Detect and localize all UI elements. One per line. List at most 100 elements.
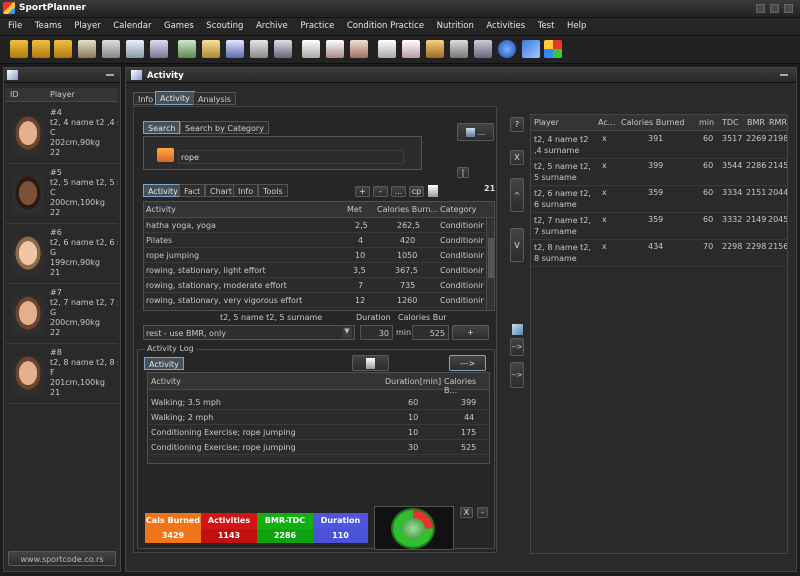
table-row[interactable]: rowing, stationary, moderate effort 7 735 C… — [144, 278, 485, 293]
picture-icon[interactable] — [512, 324, 523, 335]
calendar-icon[interactable] — [226, 40, 244, 58]
player-calories-row[interactable]: t2, 8 name t2, 8 surname x 434 70 2298 2… — [531, 240, 787, 267]
rcol-calories[interactable]: Calories Burned — [621, 118, 685, 127]
menu-test[interactable]: Test — [533, 18, 560, 34]
delete-log-button[interactable]: X — [460, 507, 473, 518]
checklist-icon[interactable] — [378, 40, 396, 58]
copy-button[interactable]: cp — [409, 186, 424, 197]
report-icon[interactable] — [402, 40, 420, 58]
log-row[interactable]: Walking; 3.5 mph 60 399 — [148, 395, 489, 410]
tab-list-activity[interactable]: Activity — [143, 184, 183, 197]
column-id[interactable]: ID — [10, 90, 19, 99]
activity-table-scrollbar[interactable] — [486, 218, 494, 310]
rcol-ac[interactable]: Ac... — [598, 118, 615, 127]
player-row[interactable]: #5 t2, 5 name t2, 5 su C 200cm,100kg 22 — [6, 164, 118, 224]
col-activity[interactable]: Activity — [146, 205, 176, 214]
open-folder-icon[interactable] — [10, 40, 28, 58]
log-col-calories[interactable]: Calories B... — [444, 377, 489, 395]
collapse-icon[interactable] — [780, 74, 788, 76]
collapse-icon[interactable] — [106, 74, 114, 76]
move-down-button[interactable]: V — [510, 228, 524, 262]
duration-input[interactable]: 30 — [360, 325, 393, 340]
transfer-button[interactable]: ---> — [449, 355, 486, 371]
column-player[interactable]: Player — [50, 90, 75, 99]
scroll-thumb[interactable] — [488, 238, 494, 278]
maximize-icon[interactable] — [770, 4, 779, 13]
more-button[interactable]: ... — [391, 186, 406, 197]
player-calories-row[interactable]: t2, 5 name t2, 5 surname x 399 60 3544 2… — [531, 159, 787, 186]
menu-archive[interactable]: Archive — [251, 18, 293, 34]
menu-condition-practice[interactable]: Condition Practice — [342, 18, 429, 34]
player-calories-row[interactable]: t2, 4 name t2 ,4 surname x 391 60 3517 2… — [531, 132, 787, 159]
food-icon[interactable] — [426, 40, 444, 58]
clear-search-button[interactable]: | — [457, 167, 469, 178]
folder-closed-icon[interactable] — [54, 40, 72, 58]
tab-analysis[interactable]: Analysis — [193, 92, 236, 105]
chart-icon[interactable] — [474, 40, 492, 58]
rcol-player[interactable]: Player — [534, 118, 559, 127]
tab-tools[interactable]: Tools — [258, 184, 288, 197]
menu-practice[interactable]: Practice — [295, 18, 339, 34]
rcol-rmr[interactable]: RMR — [769, 118, 787, 127]
print-icon[interactable] — [102, 40, 120, 58]
settings-icon[interactable] — [544, 40, 562, 58]
menu-nutrition[interactable]: Nutrition — [432, 18, 479, 34]
menu-calendar[interactable]: Calendar — [108, 18, 156, 34]
tab-search-by-category[interactable]: Search by Category — [180, 121, 269, 134]
remove-activity-button[interactable]: - — [373, 186, 388, 197]
menu-file[interactable]: File — [0, 18, 27, 34]
remove-player-button[interactable]: X — [510, 150, 524, 165]
menu-teams[interactable]: Teams — [30, 18, 67, 34]
stats-icon[interactable] — [450, 40, 468, 58]
report-button[interactable] — [352, 355, 389, 371]
chevron-down-icon[interactable]: ▼ — [342, 327, 352, 338]
image-icon[interactable] — [178, 40, 196, 58]
log-col-duration[interactable]: Duration[min] — [385, 377, 441, 386]
menu-games[interactable]: Games — [159, 18, 199, 34]
team-icon[interactable] — [202, 40, 220, 58]
document-icon[interactable] — [326, 40, 344, 58]
help-button[interactable]: ? — [510, 117, 524, 132]
edit-activity-button[interactable]: ... — [457, 123, 494, 141]
log-row[interactable]: Walking; 2 mph 10 44 — [148, 410, 489, 425]
player-calories-row[interactable]: t2, 6 name t2, 6 surname x 359 60 3334 2… — [531, 186, 787, 213]
rest-select[interactable]: rest - use BMR, only ▼ — [143, 325, 355, 340]
search-input[interactable]: rope — [178, 150, 404, 164]
log-col-activity[interactable]: Activity — [151, 377, 181, 386]
rcol-min[interactable]: min — [699, 118, 714, 127]
table-row[interactable]: hatha yoga, yoga 2,5 262,5 Conditioning — [144, 218, 485, 233]
search-icon[interactable] — [157, 148, 174, 162]
player-row[interactable]: #4 t2, 4 name t2 ,4 su C 202cm,90kg 22 — [6, 104, 118, 164]
table-row[interactable]: rope jumping 10 1050 Conditioning — [144, 248, 485, 263]
bike-icon[interactable] — [250, 40, 268, 58]
add-activity-button[interactable]: + — [355, 186, 370, 197]
tab-log-activity[interactable]: Activity — [144, 357, 184, 370]
document-icon[interactable] — [428, 185, 438, 197]
notes-icon[interactable] — [350, 40, 368, 58]
copy-right-button[interactable]: --> — [510, 338, 524, 356]
info-diamond-icon[interactable] — [522, 40, 540, 58]
help-icon[interactable] — [498, 40, 516, 58]
tab-list-info[interactable]: Info — [233, 184, 259, 197]
tab-search[interactable]: Search — [143, 121, 181, 134]
edit-icon[interactable] — [78, 40, 96, 58]
menu-scouting[interactable]: Scouting — [201, 18, 248, 34]
add-to-log-button[interactable]: + — [452, 325, 489, 340]
search-icon[interactable] — [150, 40, 168, 58]
rcol-bmr[interactable]: BMR — [747, 118, 765, 127]
player-calories-row[interactable]: t2, 7 name t2, 7 surname x 359 60 3332 2… — [531, 213, 787, 240]
website-link[interactable]: www.sportcode.co.rs — [8, 551, 116, 566]
preview-icon[interactable] — [126, 40, 144, 58]
player-row[interactable]: #6 t2, 6 name t2, 6 su G 199cm,90kg 21 — [6, 224, 118, 284]
minimize-icon[interactable] — [756, 4, 765, 13]
menu-help[interactable]: Help — [562, 18, 591, 34]
log-row[interactable]: Conditioning Exercise; rope jumping 30 525 — [148, 440, 489, 455]
table-row[interactable]: rowing, stationary, very vigorous effort… — [144, 293, 485, 308]
grid-icon[interactable] — [274, 40, 292, 58]
player-row[interactable]: #8 t2, 8 name t2, 8 su F 201cm,100kg 21 — [6, 344, 118, 404]
col-calories[interactable]: Calories Burn... — [377, 205, 438, 214]
send-right-button[interactable]: --> — [510, 362, 524, 388]
tab-fact[interactable]: Fact — [179, 184, 206, 197]
log-row[interactable]: Conditioning Exercise; rope jumping 10 175 — [148, 425, 489, 440]
table-row[interactable]: Pilates 4 420 Conditioning — [144, 233, 485, 248]
